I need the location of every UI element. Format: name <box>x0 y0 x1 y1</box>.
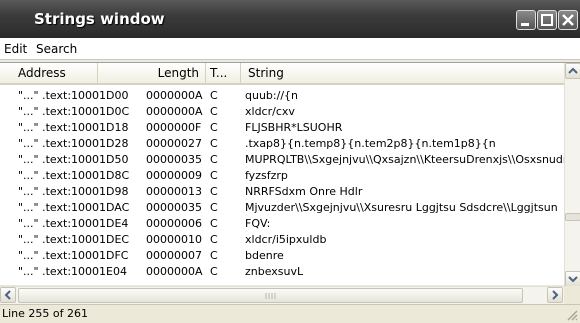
string-cell: fyzsfzrp <box>245 169 288 182</box>
minimize-button[interactable] <box>516 10 536 30</box>
column-header-length[interactable]: Length <box>98 63 206 83</box>
string-cell: FLJSBHR*LSUOHR <box>245 121 343 134</box>
table-row[interactable]: "..." .text:10001D28 00000027 C .txap8}{… <box>0 136 564 152</box>
length-cell: 0000000F <box>146 121 202 134</box>
string-cell: bdenre <box>245 249 284 262</box>
column-header-type[interactable]: T... <box>206 63 241 83</box>
table-row[interactable]: "..." .text:10001D00 0000000A C quub://{… <box>0 88 564 104</box>
length-cell: 0000000A <box>146 265 203 278</box>
type-cell: C <box>210 249 218 262</box>
length-cell: 0000000A <box>146 89 203 102</box>
column-header-address[interactable]: Address <box>0 63 98 83</box>
table-row[interactable]: "..." .text:10001D18 0000000F C FLJSBHR*… <box>0 120 564 136</box>
horizontal-scroll-thumb[interactable] <box>18 288 523 303</box>
table-row[interactable]: "..." .text:10001E04 0000000A C znbexsuv… <box>0 264 564 280</box>
menu-edit[interactable]: Edit <box>4 42 27 56</box>
minimize-icon <box>521 23 529 26</box>
column-header-string[interactable]: String <box>241 63 564 83</box>
horizontal-scrollbar[interactable] <box>0 286 564 304</box>
string-cell: xldcr/cxv <box>245 105 295 118</box>
vertical-scroll-thumb[interactable] <box>565 213 580 221</box>
resize-grip-icon[interactable] <box>566 309 578 321</box>
type-cell: C <box>210 89 218 102</box>
address-cell: "..." .text:10001D8C <box>18 169 130 182</box>
type-cell: C <box>210 201 218 214</box>
type-cell: C <box>210 233 218 246</box>
address-cell: "..." .text:10001E04 <box>18 265 127 278</box>
address-cell: "..." .text:10001D50 <box>18 153 129 166</box>
address-cell: "..." .text:10001D28 <box>18 137 129 150</box>
vertical-scrollbar[interactable] <box>564 63 580 287</box>
length-cell: 0000000A <box>146 105 203 118</box>
length-cell: 00000006 <box>146 217 202 230</box>
type-cell: C <box>210 105 218 118</box>
string-cell: MUPRQLTB\\Sxgejnjvu\\Qxsajzn\\KteersuDre… <box>245 153 564 166</box>
window-title: Strings window <box>34 10 165 28</box>
type-cell: C <box>210 137 218 150</box>
table-row[interactable]: "..." .text:10001D8C 00000009 C fyzsfzrp <box>0 168 564 184</box>
string-cell: quub://{n <box>245 89 298 102</box>
type-cell: C <box>210 185 218 198</box>
table-row[interactable]: "..." .text:10001DEC 00000010 C xldcr/i5… <box>0 232 564 248</box>
address-cell: "..." .text:10001D18 <box>18 121 129 134</box>
close-button[interactable] <box>558 10 578 30</box>
length-cell: 00000027 <box>146 137 202 150</box>
scroll-up-button[interactable] <box>565 63 580 79</box>
chevron-right-icon <box>552 290 559 300</box>
scrollbar-corner <box>564 286 580 303</box>
string-cell: xldcr/i5ipxuldb <box>245 233 327 246</box>
string-cell: znbexsuvL <box>245 265 304 278</box>
chevron-down-icon <box>568 276 578 283</box>
close-icon <box>562 14 574 26</box>
address-cell: "..." .text:10001DAC <box>18 201 130 214</box>
length-cell: 00000035 <box>146 201 202 214</box>
address-cell: "..." .text:10001DE4 <box>18 217 129 230</box>
status-bar: Line 255 of 261 <box>0 304 580 323</box>
menu-search[interactable]: Search <box>36 42 77 56</box>
length-cell: 00000013 <box>146 185 202 198</box>
table-row[interactable]: "..." .text:10001DFC 00000007 C bdenre <box>0 248 564 264</box>
type-cell: C <box>210 169 218 182</box>
menu-bar: Edit Search <box>0 38 580 60</box>
scroll-left-button[interactable] <box>0 287 16 303</box>
length-cell: 00000009 <box>146 169 202 182</box>
list-rows: "..." .text:10001D00 0000000A C quub://{… <box>0 88 564 284</box>
title-bar[interactable]: Strings window <box>0 0 580 38</box>
type-cell: C <box>210 121 218 134</box>
address-cell: "..." .text:10001DEC <box>18 233 130 246</box>
length-cell: 00000035 <box>146 153 202 166</box>
string-cell: NRRFSdxm Onre Hdlr <box>245 185 363 198</box>
strings-window: Strings window Edit Search Address Lengt… <box>0 0 580 323</box>
strings-list[interactable]: Address Length T... String "..." .text:1… <box>0 62 580 287</box>
address-cell: "..." .text:10001D0C <box>18 105 130 118</box>
type-cell: C <box>210 153 218 166</box>
table-row[interactable]: "..." .text:10001D50 00000035 C MUPRQLTB… <box>0 152 564 168</box>
scroll-right-button[interactable] <box>547 287 563 303</box>
table-row[interactable]: "..." .text:10001DAC 00000035 C Mjvuzder… <box>0 200 564 216</box>
type-cell: C <box>210 217 218 230</box>
maximize-button[interactable] <box>537 10 557 30</box>
scroll-down-button[interactable] <box>565 271 580 287</box>
list-header: Address Length T... String <box>0 63 564 85</box>
address-cell: "..." .text:10001D00 <box>18 89 129 102</box>
grip-icon <box>265 293 276 299</box>
length-cell: 00000010 <box>146 233 202 246</box>
chevron-up-icon <box>568 67 578 74</box>
address-cell: "..." .text:10001DFC <box>18 249 129 262</box>
table-row[interactable]: "..." .text:10001DE4 00000006 C FQV: <box>0 216 564 232</box>
address-cell: "..." .text:10001D98 <box>18 185 129 198</box>
string-cell: Mjvuzder\\Sxgejnjvu\\Xsuresru Lggjtsu Sd… <box>245 201 558 214</box>
type-cell: C <box>210 265 218 278</box>
string-cell: FQV: <box>245 217 271 230</box>
string-cell: .txap8}{n.temp8}{n.tem2p8}{n.tem1p8}{n <box>245 137 496 150</box>
status-text: Line 255 of 261 <box>2 307 89 320</box>
table-row[interactable]: "..." .text:10001D0C 0000000A C xldcr/cx… <box>0 104 564 120</box>
chevron-left-icon <box>4 290 11 300</box>
maximize-icon <box>541 14 553 26</box>
length-cell: 00000007 <box>146 249 202 262</box>
table-row[interactable]: "..." .text:10001D98 00000013 C NRRFSdxm… <box>0 184 564 200</box>
